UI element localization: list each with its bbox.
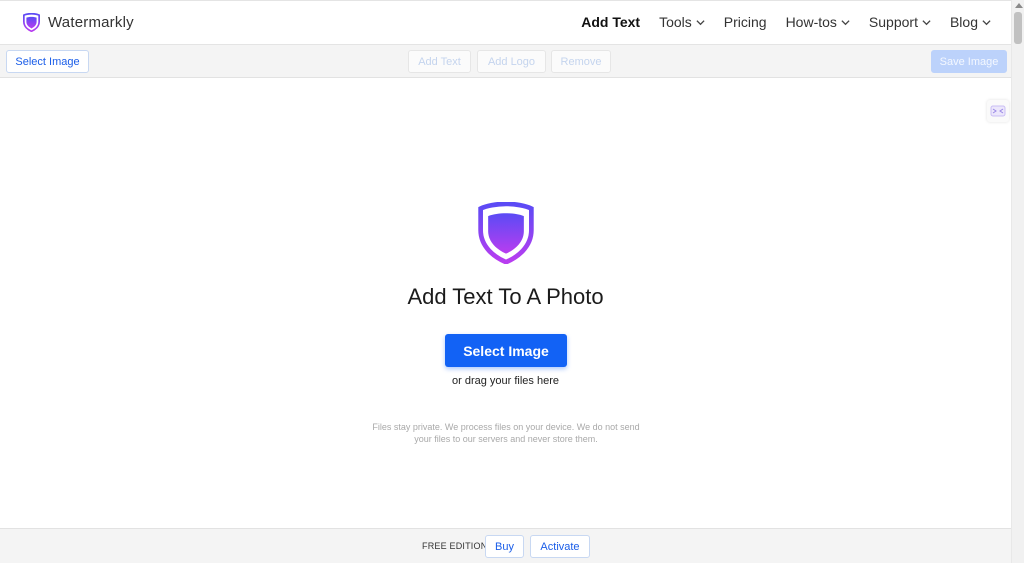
shield-logo-icon bbox=[478, 202, 534, 264]
remove-button[interactable]: Remove bbox=[551, 50, 611, 73]
select-image-cta-button[interactable]: Select Image bbox=[445, 334, 567, 367]
shield-logo-icon bbox=[23, 13, 40, 32]
nav-item-how-tos[interactable]: How-tos bbox=[786, 14, 850, 30]
page-title: Add Text To A Photo bbox=[407, 284, 604, 309]
nav-item-tools[interactable]: Tools bbox=[659, 14, 705, 30]
nav-item-label: Support bbox=[868, 14, 918, 30]
chevron-down-icon bbox=[922, 19, 931, 25]
nav-item-support[interactable]: Support bbox=[869, 14, 931, 30]
activate-button[interactable]: Activate bbox=[530, 535, 590, 558]
chevron-down-icon bbox=[696, 19, 705, 25]
drop-zone[interactable]: Add Text To A Photo Select Image or drag… bbox=[0, 78, 1011, 528]
select-image-button[interactable]: Select Image bbox=[6, 50, 89, 73]
scroll-up-icon[interactable] bbox=[1015, 3, 1023, 8]
nav-item-blog[interactable]: Blog bbox=[950, 14, 991, 30]
brand-name: Watermarkly bbox=[48, 14, 134, 31]
nav-item-label: Add Text bbox=[581, 14, 641, 30]
nav-item-label: Blog bbox=[949, 14, 978, 30]
brand[interactable]: Watermarkly bbox=[23, 13, 134, 32]
nav-item-label: Tools bbox=[659, 14, 692, 30]
nav-item-add-text[interactable]: Add Text bbox=[581, 14, 640, 30]
nav-item-label: Pricing bbox=[723, 14, 767, 30]
nav-links: Add Text Tools Pricing How-tos Support B… bbox=[562, 14, 991, 30]
editor-toolbar: Select Image Add Text Add Logo Remove Sa… bbox=[0, 45, 1011, 78]
nav-item-label: How-tos bbox=[785, 14, 837, 30]
buy-button[interactable]: Buy bbox=[485, 535, 524, 558]
drag-hint: or drag your files here bbox=[452, 375, 559, 387]
add-text-button[interactable]: Add Text bbox=[408, 50, 471, 73]
page-scrollbar[interactable] bbox=[1011, 0, 1024, 563]
chevron-down-icon bbox=[982, 19, 991, 25]
edition-label: FREE EDITION bbox=[422, 541, 488, 551]
privacy-note: Files stay private. We process files on … bbox=[372, 422, 640, 444]
scrollbar-thumb[interactable] bbox=[1014, 12, 1022, 44]
edition-footer: FREE EDITION Buy Activate bbox=[0, 528, 1011, 563]
add-logo-button[interactable]: Add Logo bbox=[477, 50, 546, 73]
chevron-down-icon bbox=[841, 19, 850, 25]
top-navigation: Watermarkly Add Text Tools Pricing How-t… bbox=[0, 0, 1011, 45]
nav-item-pricing[interactable]: Pricing bbox=[724, 14, 767, 30]
save-image-button[interactable]: Save Image bbox=[931, 50, 1007, 73]
